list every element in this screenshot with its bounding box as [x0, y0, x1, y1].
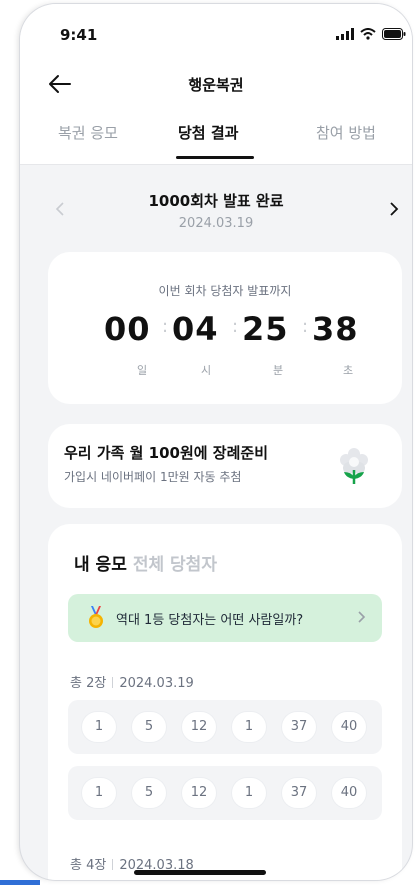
countdown-days: 00 — [104, 310, 151, 348]
number-ball: 12 — [182, 712, 216, 742]
countdown-card: 이번 회차 당첨자 발표까지 00 : 04 : 25 : 38 일 시 분 초 — [48, 252, 402, 404]
countdown-unit-seconds: 초 — [343, 364, 354, 377]
entries-tabs: 내 응모 전체 당첨자 — [74, 550, 217, 575]
round-selector: 1000회차 발표 완료 2024.03.19 — [20, 190, 412, 240]
countdown-separator: : — [162, 316, 169, 337]
my-entries-card: 내 응모 전체 당첨자 역대 1등 당첨자는 어떤 사람일까? 총 2장 2024.… — [48, 524, 402, 880]
tab-apply[interactable]: 복권 응모 — [58, 122, 118, 143]
status-time: 9:41 — [60, 26, 98, 44]
promo-title: 우리 가족 월 100원에 장례준비 — [64, 444, 269, 462]
signal-icon — [336, 28, 354, 40]
number-ball: 37 — [282, 712, 316, 742]
entry-group-header: 총 2장 2024.03.19 — [70, 672, 194, 691]
flower-icon — [340, 448, 368, 484]
number-ball: 1 — [232, 712, 266, 742]
battery-icon — [382, 28, 406, 40]
tab-my-entries[interactable]: 내 응모 — [74, 555, 127, 575]
number-ball: 5 — [132, 712, 166, 742]
countdown-minutes: 25 — [242, 310, 289, 348]
countdown-hours: 04 — [172, 310, 219, 348]
page-title: 행운복권 — [188, 76, 244, 94]
countdown-separator: : — [232, 316, 239, 337]
chevron-right-icon — [358, 611, 366, 623]
countdown-unit-minutes: 분 — [273, 364, 284, 377]
promo-subtitle: 가입시 네이버페이 1만원 자동 추첨 — [64, 470, 242, 484]
number-ball: 12 — [182, 778, 216, 808]
countdown-seconds: 38 — [312, 310, 359, 348]
active-tab-indicator — [176, 156, 254, 159]
medal-icon — [89, 606, 103, 628]
wifi-icon — [360, 28, 376, 40]
divider — [112, 677, 114, 688]
home-indicator — [134, 870, 266, 875]
entry-date: 2024.03.19 — [119, 676, 194, 691]
divider — [112, 859, 114, 870]
entry-count: 총 2장 — [70, 676, 107, 691]
app-header: 행운복권 — [20, 64, 412, 104]
winners-banner[interactable]: 역대 1등 당첨자는 어떤 사람일까? — [68, 594, 382, 642]
tab-all-winners[interactable]: 전체 당첨자 — [133, 555, 217, 575]
countdown-unit-hours: 시 — [201, 364, 212, 377]
countdown-caption: 이번 회차 당첨자 발표까지 — [158, 284, 292, 298]
number-ball: 1 — [82, 712, 116, 742]
countdown-unit-days: 일 — [137, 364, 148, 377]
promo-card[interactable]: 우리 가족 월 100원에 장례준비 가입시 네이버페이 1만원 자동 추첨 — [48, 424, 402, 508]
next-round-chevron-icon[interactable] — [384, 200, 402, 218]
tab-how-to[interactable]: 참여 방법 — [316, 122, 376, 143]
number-row: 1 5 12 1 37 40 — [68, 700, 382, 754]
tab-results[interactable]: 당첨 결과 — [178, 122, 238, 143]
status-icons — [336, 28, 406, 40]
banner-text: 역대 1등 당첨자는 어떤 사람일까? — [116, 613, 304, 628]
number-row: 1 5 12 1 37 40 — [68, 766, 382, 820]
status-bar: 9:41 — [20, 4, 412, 60]
phone-frame: 9:41 행운복권 복권 응모 당첨 결과 참여 방법 1000회차 발표 완료… — [20, 4, 412, 880]
entry-count: 총 4장 — [70, 858, 107, 873]
number-ball: 1 — [232, 778, 266, 808]
tab-bar: 복권 응모 당첨 결과 참여 방법 — [20, 122, 412, 165]
number-ball: 1 — [82, 778, 116, 808]
number-ball: 5 — [132, 778, 166, 808]
round-date: 2024.03.19 — [178, 216, 254, 231]
number-ball: 40 — [332, 778, 366, 808]
round-title: 1000회차 발표 완료 — [148, 192, 284, 210]
accent-strip — [0, 880, 40, 885]
countdown-separator: : — [302, 316, 309, 337]
number-ball: 37 — [282, 778, 316, 808]
number-ball: 40 — [332, 712, 366, 742]
